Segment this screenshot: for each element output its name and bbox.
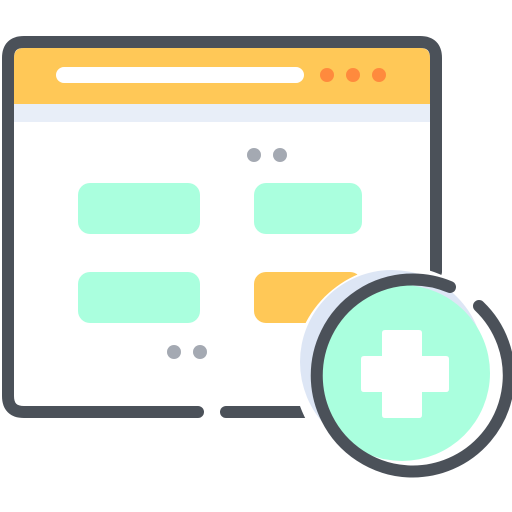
dot-icon [346, 68, 360, 82]
pager-dot-icon [193, 345, 207, 359]
content-tile [78, 272, 200, 323]
pager-dot-icon [167, 345, 181, 359]
add-web-page-illustration [0, 0, 512, 512]
address-bar-icon [56, 67, 304, 83]
pager-dot-icon [247, 148, 261, 162]
content-tile [254, 183, 362, 234]
pager-dot-icon [273, 148, 287, 162]
dot-icon [372, 68, 386, 82]
content-tile [78, 183, 200, 234]
header-shadow-strip [14, 104, 430, 122]
add-web-page-icon [2, 36, 512, 478]
dot-icon [320, 68, 334, 82]
